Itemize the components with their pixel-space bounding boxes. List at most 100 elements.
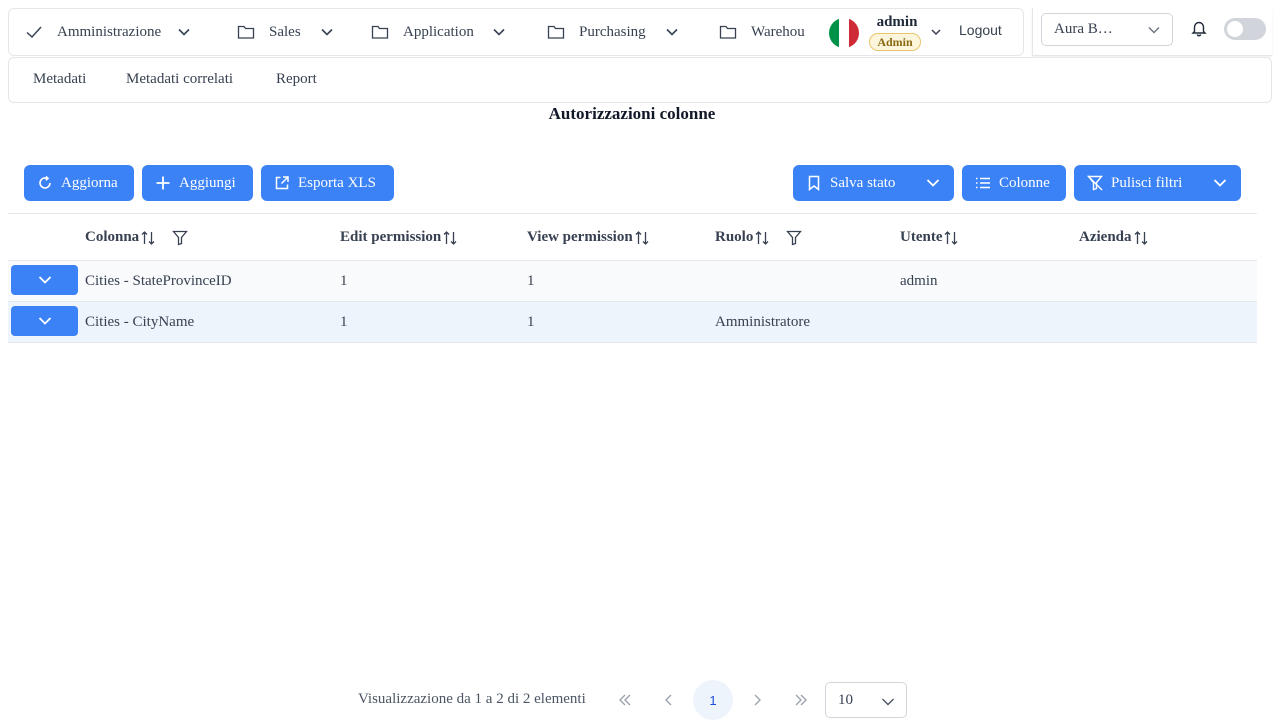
sort-icon [635, 230, 649, 245]
menu-item-application[interactable]: Application [371, 9, 506, 55]
cell-colonna: Cities - CityName [85, 314, 195, 330]
refresh-icon [39, 175, 51, 189]
column-header-view-permission[interactable]: View permission [527, 229, 650, 246]
menu-item-label: Amministrazione [57, 23, 162, 40]
next-page-button[interactable] [737, 680, 777, 720]
data-table: Colonna Edit permission View permission … [8, 213, 1257, 343]
export-xls-button[interactable]: Esporta XLS [261, 165, 394, 201]
bookmark-icon [808, 175, 820, 191]
company-select-value: Aura B… [1054, 21, 1113, 37]
bell-icon[interactable] [1190, 19, 1208, 37]
cell-view-permission: 1 [527, 314, 535, 330]
first-page-button[interactable] [605, 680, 645, 720]
chevron-down-icon[interactable] [930, 26, 942, 38]
rows-per-page-value: 10 [838, 691, 853, 708]
last-page-button[interactable] [781, 680, 821, 720]
page-title: Autorizzazioni colonne [548, 104, 716, 123]
column-header-utente[interactable]: Utente [900, 229, 959, 246]
menu-item-warehouse[interactable]: Warehou [719, 9, 805, 55]
menu-item-label: Warehou [751, 23, 805, 40]
double-chevron-left-icon [619, 694, 631, 706]
add-button[interactable]: Aggiungi [142, 165, 253, 201]
chevron-down-icon [38, 317, 51, 325]
user-name[interactable]: admin [871, 14, 923, 31]
table-header: Colonna Edit permission View permission … [8, 213, 1257, 261]
top-menubar: Amministrazione Sales Application Purcha… [8, 8, 1024, 56]
prev-page-button[interactable] [649, 680, 689, 720]
chevron-down-icon [321, 28, 333, 36]
chevron-down-icon [666, 28, 678, 36]
tab-metadati-correlati[interactable]: Metadati correlati [126, 71, 233, 88]
sort-icon [1134, 230, 1147, 245]
menu-item-label: Application [403, 23, 474, 40]
logout-button[interactable]: Logout [959, 22, 1002, 38]
chevron-down-icon [1213, 179, 1227, 187]
folder-icon [719, 25, 737, 39]
filter-slash-icon [1087, 175, 1103, 191]
row-expand-button[interactable] [11, 306, 78, 336]
sub-menubar: Metadati Metadati correlati Report [8, 57, 1272, 103]
right-panel: Aura B… [1032, 8, 1272, 56]
table-row[interactable]: Cities - CityName 1 1 Amministratore [8, 302, 1257, 343]
clear-filters-button-label: Pulisci filtri [1111, 174, 1183, 191]
column-filter-button[interactable] [172, 230, 189, 246]
table-row[interactable]: Cities - StateProvinceID 1 1 admin [8, 261, 1257, 302]
clear-filters-button[interactable]: Pulisci filtri [1074, 165, 1241, 201]
cell-edit-permission: 1 [340, 314, 348, 330]
sort-icon [443, 230, 457, 245]
chevron-left-icon [665, 694, 672, 706]
chevron-down-icon [38, 276, 51, 284]
paginator: Visualizzazione da 1 a 2 di 2 elementi 1… [0, 680, 1280, 720]
sort-icon [945, 230, 958, 245]
pagination-summary: Visualizzazione da 1 a 2 di 2 elementi [358, 691, 586, 707]
cell-ruolo: Amministratore [715, 314, 810, 330]
cell-utente: admin [900, 273, 938, 289]
page-number-button[interactable]: 1 [693, 680, 733, 720]
column-header-azienda[interactable]: Azienda [1079, 229, 1149, 246]
cell-colonna: Cities - StateProvinceID [85, 273, 232, 289]
export-xls-button-label: Esporta XLS [298, 174, 376, 191]
refresh-button-label: Aggiorna [61, 174, 118, 191]
tab-report[interactable]: Report [276, 71, 317, 88]
save-state-button[interactable]: Salva stato [793, 165, 954, 201]
italy-flag-icon[interactable] [829, 18, 859, 48]
folder-icon [547, 25, 565, 39]
menu-item-sales[interactable]: Sales [237, 9, 334, 55]
save-state-dropdown[interactable] [912, 165, 954, 201]
role-badge: Admin [869, 33, 921, 51]
columns-button-label: Colonne [999, 174, 1050, 191]
rows-per-page-select[interactable]: 10 [825, 682, 907, 718]
refresh-button[interactable]: Aggiorna [24, 165, 134, 201]
menu-item-label: Purchasing [579, 23, 646, 40]
column-header-edit-permission[interactable]: Edit permission [340, 229, 458, 246]
chevron-down-icon [1148, 26, 1160, 33]
menu-item-label: Sales [269, 23, 301, 40]
column-header-ruolo[interactable]: Ruolo [715, 229, 803, 246]
chevron-down-icon [926, 179, 940, 187]
clear-filters-dropdown[interactable] [1199, 165, 1241, 201]
folder-icon [371, 25, 389, 39]
column-filter-button[interactable] [786, 230, 803, 246]
theme-toggle[interactable] [1224, 18, 1266, 40]
external-link-icon [275, 176, 289, 190]
sort-icon [141, 230, 155, 245]
folder-icon [237, 25, 255, 39]
check-icon [26, 26, 42, 39]
list-icon [976, 177, 990, 189]
plus-icon [156, 176, 170, 190]
double-chevron-right-icon [795, 694, 807, 706]
chevron-right-icon [754, 694, 761, 706]
menu-item-amministrazione[interactable]: Amministrazione [25, 9, 191, 55]
chevron-down-icon [882, 698, 894, 706]
columns-button[interactable]: Colonne [962, 165, 1066, 201]
row-expand-button[interactable] [11, 265, 78, 295]
filter-icon [172, 230, 189, 245]
sort-icon [755, 230, 769, 245]
tab-metadati[interactable]: Metadati [33, 71, 86, 88]
menu-item-purchasing[interactable]: Purchasing [547, 9, 679, 55]
cell-view-permission: 1 [527, 273, 535, 289]
save-state-button-label: Salva stato [830, 174, 896, 191]
chevron-down-icon [493, 28, 505, 36]
company-select[interactable]: Aura B… [1041, 13, 1173, 46]
column-header-colonna[interactable]: Colonna [85, 229, 189, 246]
